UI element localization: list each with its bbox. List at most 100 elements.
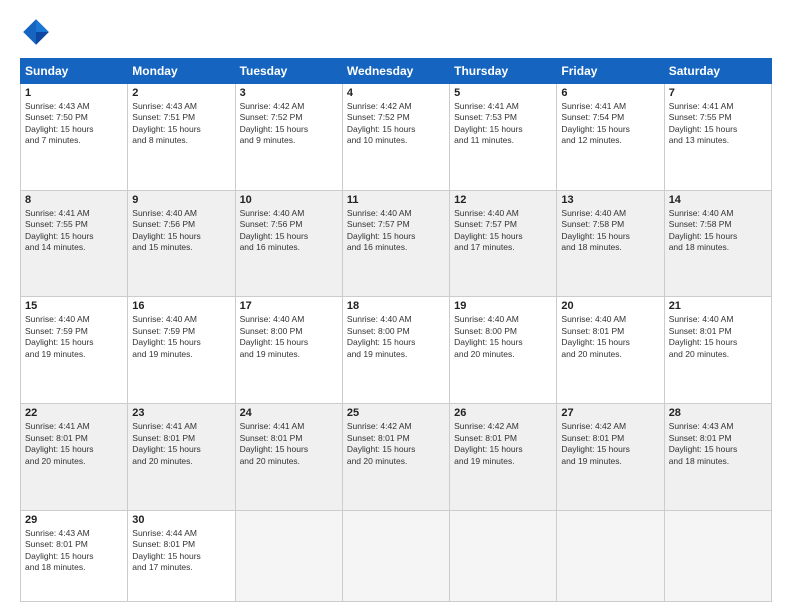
calendar-cell: 15 Sunrise: 4:40 AM Sunset: 7:59 PM Dayli… [21, 297, 128, 404]
day-number: 24 [240, 407, 338, 419]
day-info: Sunrise: 4:40 AM Sunset: 8:00 PM Dayligh… [240, 314, 338, 360]
day-number: 21 [669, 300, 767, 312]
day-number: 10 [240, 194, 338, 206]
day-number: 9 [132, 194, 230, 206]
week-row-3: 15 Sunrise: 4:40 AM Sunset: 7:59 PM Dayli… [21, 297, 772, 404]
day-number: 17 [240, 300, 338, 312]
day-number: 20 [561, 300, 659, 312]
calendar-cell: 23 Sunrise: 4:41 AM Sunset: 8:01 PM Dayli… [128, 404, 235, 511]
day-info: Sunrise: 4:41 AM Sunset: 8:01 PM Dayligh… [25, 421, 123, 467]
calendar-cell [557, 510, 664, 601]
calendar-cell: 11Sunrise: 4:40 AM Sunset: 7:57 PM Dayli… [342, 190, 449, 297]
day-number: 19 [454, 300, 552, 312]
calendar-cell: 5 Sunrise: 4:41 AM Sunset: 7:53 PM Daylig… [450, 84, 557, 191]
day-number: 5 [454, 87, 552, 99]
day-number: 1 [25, 87, 123, 99]
calendar-cell: 13Sunrise: 4:40 AM Sunset: 7:58 PM Dayli… [557, 190, 664, 297]
calendar-cell: 29 Sunrise: 4:43 AM Sunset: 8:01 PM Dayli… [21, 510, 128, 601]
calendar-cell: 12 Sunrise: 4:40 AM Sunset: 7:57 PM Dayli… [450, 190, 557, 297]
day-info: Sunrise: 4:44 AM Sunset: 8:01 PM Dayligh… [132, 528, 230, 574]
calendar-cell: 16 Sunrise: 4:40 AM Sunset: 7:59 PM Dayli… [128, 297, 235, 404]
day-header-friday: Friday [557, 59, 664, 84]
day-info: Sunrise: 4:40 AM Sunset: 7:59 PM Dayligh… [25, 314, 123, 360]
day-info: Sunrise: 4:40 AM Sunset: 8:01 PM Dayligh… [561, 314, 659, 360]
day-header-thursday: Thursday [450, 59, 557, 84]
week-row-2: 8 Sunrise: 4:41 AM Sunset: 7:55 PM Daylig… [21, 190, 772, 297]
calendar-cell: 17 Sunrise: 4:40 AM Sunset: 8:00 PM Dayli… [235, 297, 342, 404]
day-number: 30 [132, 514, 230, 526]
day-info: Sunrise: 4:40 AM Sunset: 7:56 PM Dayligh… [132, 208, 230, 254]
day-header-monday: Monday [128, 59, 235, 84]
day-info: Sunrise: 4:40 AM Sunset: 7:56 PM Dayligh… [240, 208, 338, 254]
day-info: Sunrise: 4:42 AM Sunset: 8:01 PM Dayligh… [561, 421, 659, 467]
day-info: Sunrise: 4:42 AM Sunset: 7:52 PM Dayligh… [347, 101, 445, 147]
calendar-header: SundayMondayTuesdayWednesdayThursdayFrid… [21, 59, 772, 84]
day-info: Sunrise: 4:40 AM Sunset: 8:01 PM Dayligh… [669, 314, 767, 360]
calendar-cell: 7 Sunrise: 4:41 AM Sunset: 7:55 PM Daylig… [664, 84, 771, 191]
day-number: 6 [561, 87, 659, 99]
day-info: Sunrise: 4:40 AM Sunset: 8:00 PM Dayligh… [347, 314, 445, 360]
day-info: Sunrise: 4:40 AM Sunset: 7:57 PM Dayligh… [454, 208, 552, 254]
day-info: Sunrise: 4:41 AM Sunset: 7:55 PM Dayligh… [25, 208, 123, 254]
calendar-cell: 19Sunrise: 4:40 AM Sunset: 8:00 PM Dayli… [450, 297, 557, 404]
calendar-cell [664, 510, 771, 601]
day-number: 15 [25, 300, 123, 312]
day-info: Sunrise: 4:41 AM Sunset: 7:53 PM Dayligh… [454, 101, 552, 147]
day-number: 28 [669, 407, 767, 419]
day-info: Sunrise: 4:43 AM Sunset: 8:01 PM Dayligh… [25, 528, 123, 574]
day-info: Sunrise: 4:41 AM Sunset: 7:55 PM Dayligh… [669, 101, 767, 147]
day-number: 12 [454, 194, 552, 206]
calendar-cell: 27 Sunrise: 4:42 AM Sunset: 8:01 PM Dayli… [557, 404, 664, 511]
header-row: SundayMondayTuesdayWednesdayThursdayFrid… [21, 59, 772, 84]
day-number: 8 [25, 194, 123, 206]
day-number: 27 [561, 407, 659, 419]
day-header-sunday: Sunday [21, 59, 128, 84]
day-info: Sunrise: 4:43 AM Sunset: 7:51 PM Dayligh… [132, 101, 230, 147]
calendar-cell: 22 Sunrise: 4:41 AM Sunset: 8:01 PM Dayli… [21, 404, 128, 511]
day-info: Sunrise: 4:41 AM Sunset: 8:01 PM Dayligh… [132, 421, 230, 467]
day-info: Sunrise: 4:42 AM Sunset: 8:01 PM Dayligh… [454, 421, 552, 467]
calendar-cell [235, 510, 342, 601]
calendar-cell: 9 Sunrise: 4:40 AM Sunset: 7:56 PM Daylig… [128, 190, 235, 297]
day-number: 22 [25, 407, 123, 419]
day-number: 25 [347, 407, 445, 419]
day-info: Sunrise: 4:41 AM Sunset: 7:54 PM Dayligh… [561, 101, 659, 147]
day-info: Sunrise: 4:43 AM Sunset: 8:01 PM Dayligh… [669, 421, 767, 467]
week-row-4: 22 Sunrise: 4:41 AM Sunset: 8:01 PM Dayli… [21, 404, 772, 511]
day-number: 3 [240, 87, 338, 99]
calendar-cell: 26 Sunrise: 4:42 AM Sunset: 8:01 PM Dayli… [450, 404, 557, 511]
calendar-cell: 1Sunrise: 4:43 AM Sunset: 7:50 PM Daylig… [21, 84, 128, 191]
day-info: Sunrise: 4:40 AM Sunset: 7:59 PM Dayligh… [132, 314, 230, 360]
day-number: 18 [347, 300, 445, 312]
day-number: 7 [669, 87, 767, 99]
calendar-cell: 14 Sunrise: 4:40 AM Sunset: 7:58 PM Dayli… [664, 190, 771, 297]
day-info: Sunrise: 4:40 AM Sunset: 7:58 PM Dayligh… [669, 208, 767, 254]
page: SundayMondayTuesdayWednesdayThursdayFrid… [0, 0, 792, 612]
day-number: 26 [454, 407, 552, 419]
day-number: 11 [347, 194, 445, 206]
calendar-cell: 6 Sunrise: 4:41 AM Sunset: 7:54 PM Daylig… [557, 84, 664, 191]
day-header-wednesday: Wednesday [342, 59, 449, 84]
calendar-cell: 30 Sunrise: 4:44 AM Sunset: 8:01 PM Dayli… [128, 510, 235, 601]
calendar-cell: 20 Sunrise: 4:40 AM Sunset: 8:01 PM Dayli… [557, 297, 664, 404]
calendar-cell: 18 Sunrise: 4:40 AM Sunset: 8:00 PM Dayli… [342, 297, 449, 404]
day-number: 14 [669, 194, 767, 206]
calendar-cell: 21 Sunrise: 4:40 AM Sunset: 8:01 PM Dayli… [664, 297, 771, 404]
day-number: 16 [132, 300, 230, 312]
day-number: 29 [25, 514, 123, 526]
day-number: 23 [132, 407, 230, 419]
day-number: 4 [347, 87, 445, 99]
day-header-saturday: Saturday [664, 59, 771, 84]
day-header-tuesday: Tuesday [235, 59, 342, 84]
calendar-cell: 3 Sunrise: 4:42 AM Sunset: 7:52 PM Daylig… [235, 84, 342, 191]
calendar-table: SundayMondayTuesdayWednesdayThursdayFrid… [20, 58, 772, 602]
week-row-5: 29 Sunrise: 4:43 AM Sunset: 8:01 PM Dayli… [21, 510, 772, 601]
calendar-cell [342, 510, 449, 601]
day-info: Sunrise: 4:42 AM Sunset: 7:52 PM Dayligh… [240, 101, 338, 147]
header [20, 16, 772, 48]
day-number: 13 [561, 194, 659, 206]
calendar-body: 1Sunrise: 4:43 AM Sunset: 7:50 PM Daylig… [21, 84, 772, 602]
calendar-cell: 2Sunrise: 4:43 AM Sunset: 7:51 PM Daylig… [128, 84, 235, 191]
week-row-1: 1Sunrise: 4:43 AM Sunset: 7:50 PM Daylig… [21, 84, 772, 191]
logo [20, 16, 56, 48]
